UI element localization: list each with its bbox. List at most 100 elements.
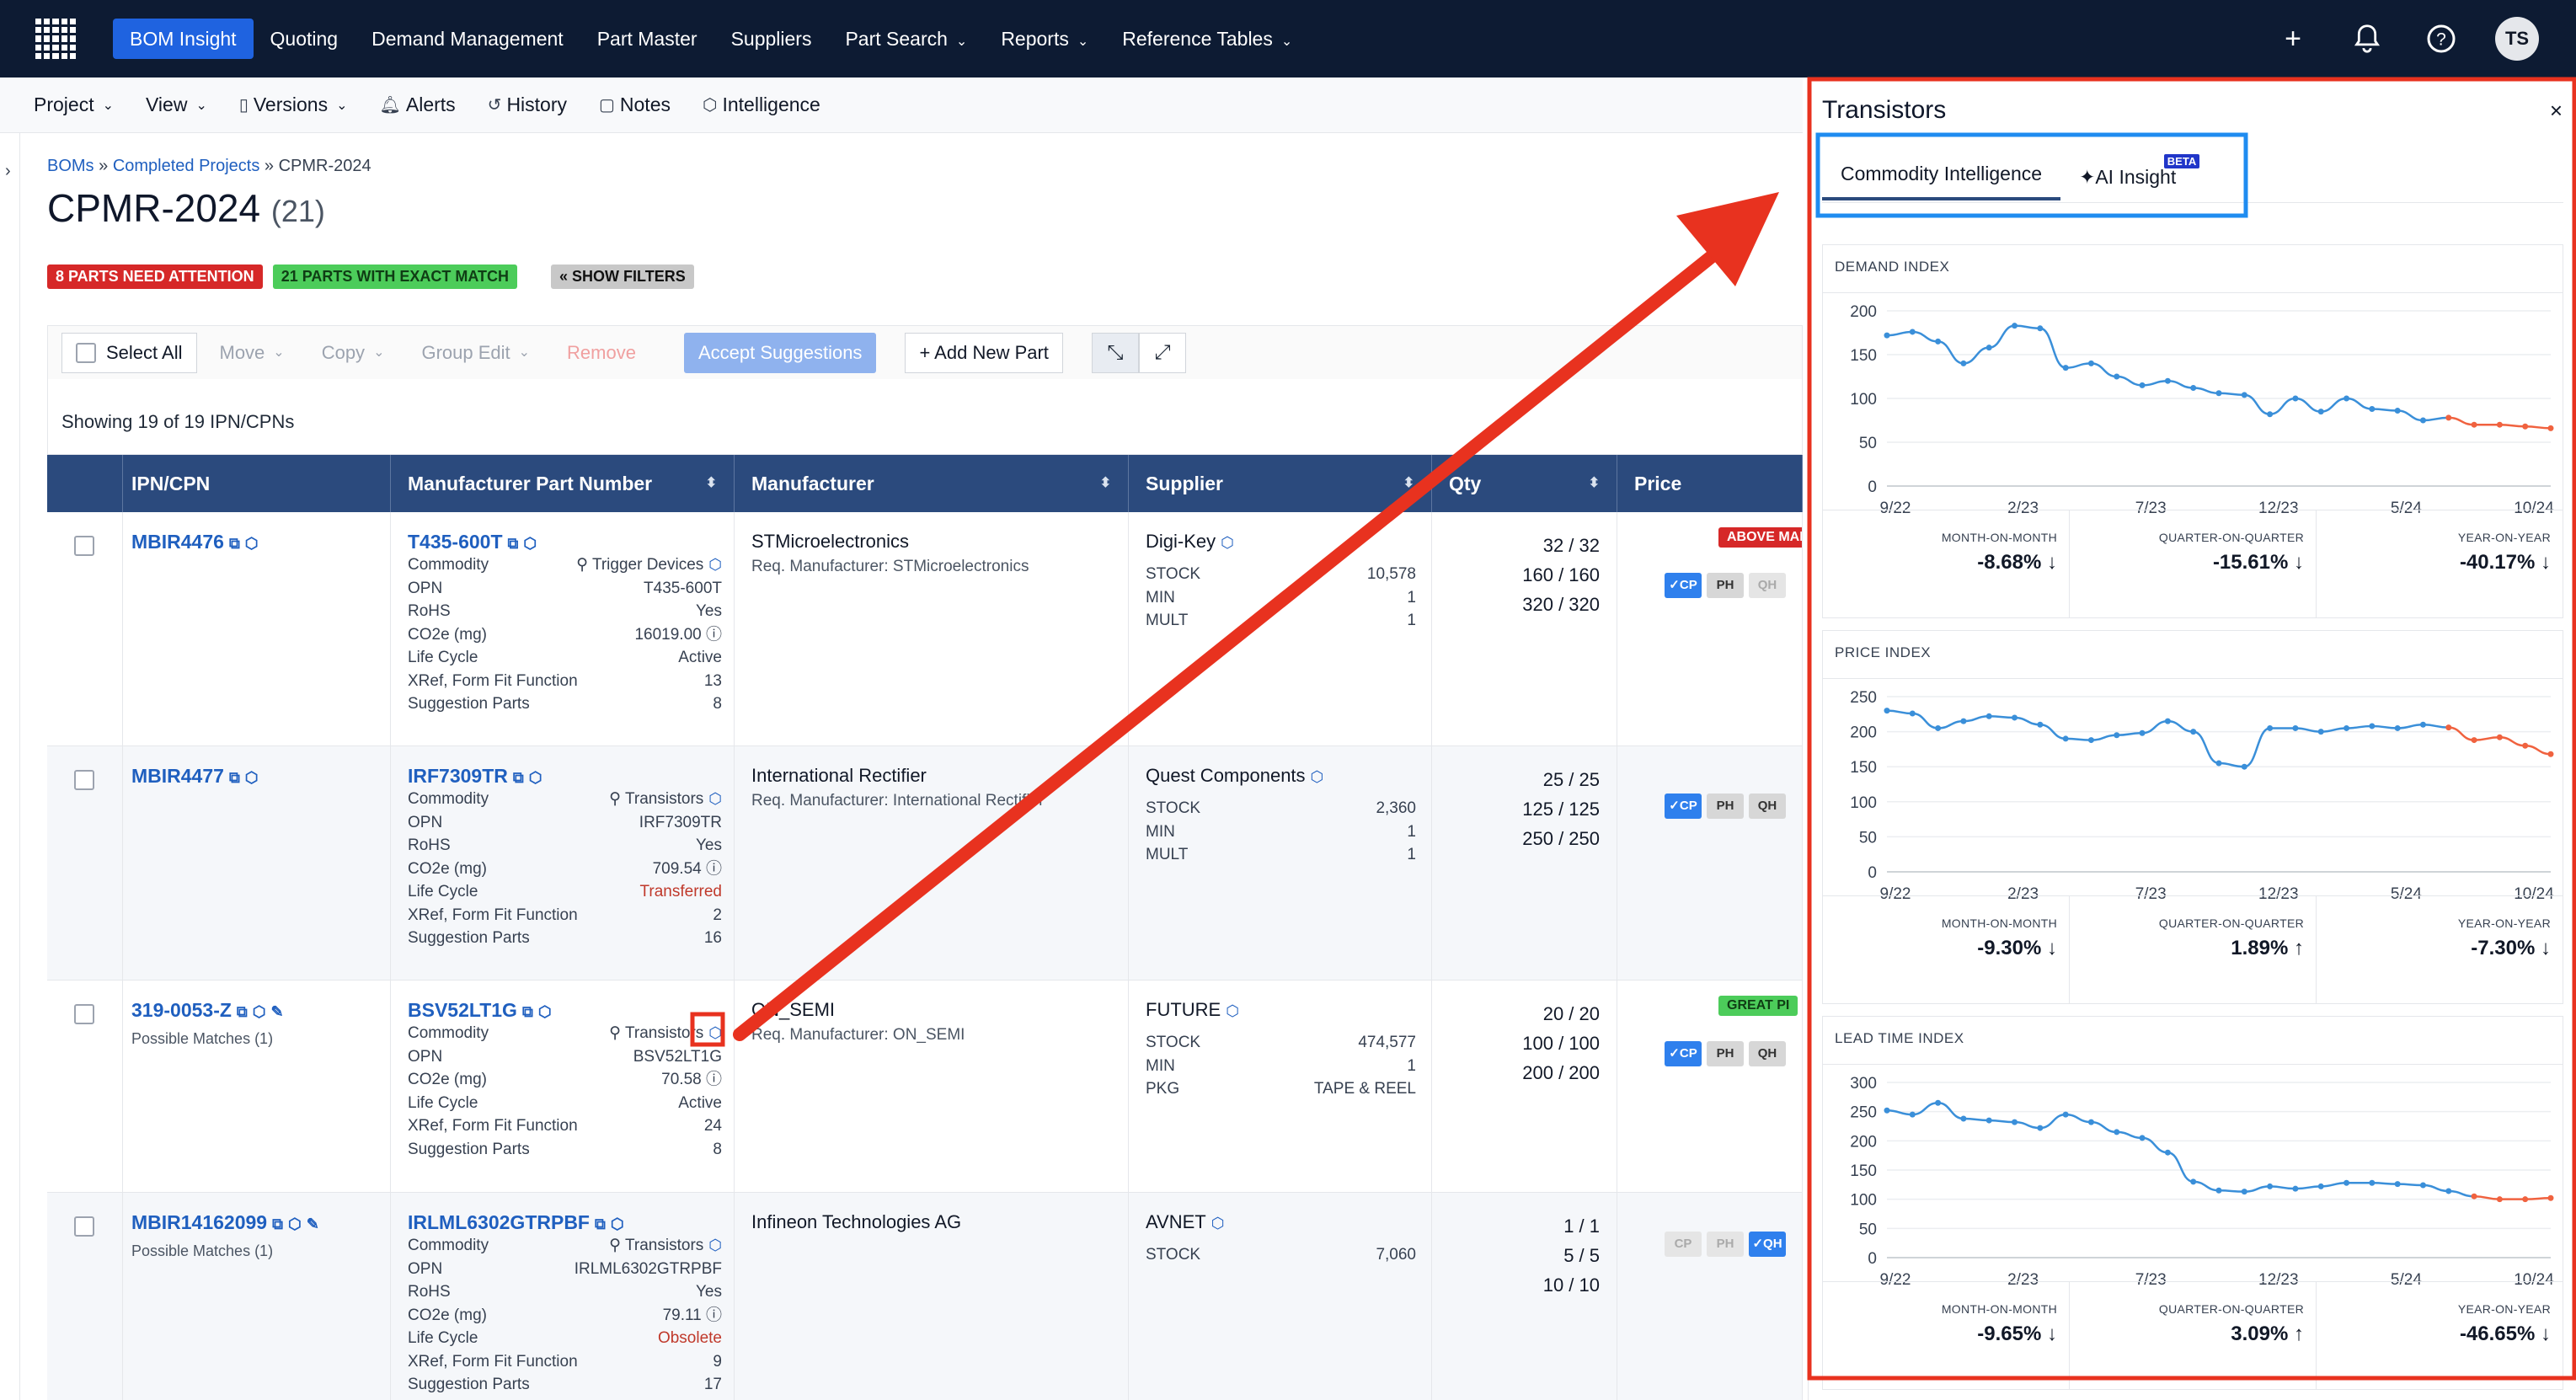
- cube-icon[interactable]: ⬡: [1311, 768, 1324, 785]
- ipn-link[interactable]: MBIR4476 ⧉ ⬡: [131, 531, 390, 553]
- cube-icon[interactable]: ⬡: [288, 1216, 302, 1232]
- price-chip[interactable]: QH: [1749, 1041, 1786, 1066]
- cube-icon[interactable]: ⬡: [1226, 1002, 1239, 1019]
- copy-icon[interactable]: ⧉: [229, 535, 240, 552]
- price-chip[interactable]: ✓CP: [1665, 794, 1702, 819]
- move-button[interactable]: Move ⌄: [206, 333, 299, 373]
- history-button[interactable]: ↺ History: [488, 94, 567, 116]
- row-checkbox[interactable]: [74, 1004, 94, 1024]
- price-chip[interactable]: PH: [1707, 1041, 1744, 1066]
- ipn-link[interactable]: MBIR14162099 ⧉ ⬡ ✎: [131, 1211, 390, 1234]
- copy-icon[interactable]: ⧉: [508, 535, 519, 552]
- add-new-part-button[interactable]: + Add New Part: [905, 332, 1063, 373]
- nav-item-suppliers[interactable]: Suppliers: [714, 19, 829, 59]
- header-mpn[interactable]: Manufacturer Part Number ⬍: [391, 455, 735, 512]
- edit-icon[interactable]: ✎: [307, 1216, 319, 1232]
- attention-badge[interactable]: 8 PARTS NEED ATTENTION: [47, 265, 263, 289]
- show-filters-button[interactable]: « SHOW FILTERS: [551, 265, 694, 289]
- supplier-name[interactable]: Digi-Key ⬡: [1146, 531, 1416, 553]
- group-edit-button[interactable]: Group Edit ⌄: [407, 333, 544, 373]
- notes-button[interactable]: ▢ Notes: [599, 94, 671, 116]
- ipn-link[interactable]: 319-0053-Z ⧉ ⬡ ✎: [131, 999, 390, 1022]
- price-chip[interactable]: ✓CP: [1665, 1041, 1702, 1066]
- help-icon[interactable]: ?: [2421, 19, 2461, 59]
- header-qty[interactable]: Qty ⬍: [1432, 455, 1617, 512]
- sort-icon[interactable]: ⬍: [1403, 455, 1414, 512]
- nav-item-demand-management[interactable]: Demand Management: [355, 19, 580, 59]
- avatar[interactable]: TS: [2495, 17, 2539, 61]
- price-chip[interactable]: ✓QH: [1749, 1232, 1786, 1257]
- row-checkbox[interactable]: [74, 536, 94, 556]
- nav-item-reports[interactable]: Reports ⌄: [984, 19, 1105, 59]
- cube-icon[interactable]: ⬡: [245, 535, 259, 552]
- copy-button[interactable]: Copy ⌄: [307, 333, 399, 373]
- copy-icon[interactable]: ⧉: [272, 1216, 283, 1232]
- mpn-link[interactable]: IRF7309TR ⧉ ⬡: [408, 765, 722, 788]
- info-icon[interactable]: ⓘ: [702, 1071, 722, 1088]
- price-chip[interactable]: PH: [1707, 794, 1744, 819]
- nav-item-reference-tables[interactable]: Reference Tables ⌄: [1105, 19, 1309, 59]
- intelligence-button[interactable]: ⬡ Intelligence: [703, 94, 820, 116]
- cube-icon[interactable]: ⬡: [538, 1003, 552, 1020]
- nav-item-quoting[interactable]: Quoting: [254, 19, 355, 59]
- copy-icon[interactable]: ⧉: [237, 1003, 248, 1020]
- close-icon[interactable]: ×: [2550, 98, 2563, 124]
- possible-matches[interactable]: Possible Matches (1): [131, 1242, 390, 1260]
- copy-icon[interactable]: ⧉: [522, 1003, 533, 1020]
- cube-icon[interactable]: ⬡: [253, 1003, 266, 1020]
- commodity-cube-icon[interactable]: ⬡: [708, 790, 722, 807]
- sort-icon[interactable]: ⬍: [706, 455, 717, 512]
- select-all-button[interactable]: Select All: [61, 332, 197, 373]
- cube-icon[interactable]: ⬡: [523, 535, 537, 552]
- edit-icon[interactable]: ✎: [271, 1003, 284, 1020]
- possible-matches[interactable]: Possible Matches (1): [131, 1030, 390, 1048]
- remove-button[interactable]: Remove: [553, 333, 650, 373]
- cube-icon[interactable]: ⬡: [1221, 534, 1234, 551]
- breadcrumb-boms-link[interactable]: BOMs: [47, 157, 94, 175]
- copy-icon[interactable]: ⧉: [595, 1216, 606, 1232]
- tab-ai-insight[interactable]: ✦AI Insight BETA: [2060, 154, 2200, 200]
- nav-item-part-master[interactable]: Part Master: [580, 19, 714, 59]
- cube-icon[interactable]: ⬡: [245, 769, 259, 786]
- commodity-cube-icon[interactable]: ⬡: [708, 1237, 722, 1253]
- mpn-link[interactable]: BSV52LT1G ⧉ ⬡: [408, 999, 722, 1022]
- price-chip[interactable]: CP: [1665, 1232, 1702, 1257]
- info-icon[interactable]: ⓘ: [702, 1306, 722, 1324]
- sort-icon[interactable]: ⬍: [1589, 455, 1600, 512]
- price-chip[interactable]: QH: [1749, 573, 1786, 598]
- copy-icon[interactable]: ⧉: [229, 769, 240, 786]
- expand-icon[interactable]: ⤢: [1138, 332, 1186, 373]
- view-menu[interactable]: View ⌄: [146, 94, 207, 116]
- project-menu[interactable]: Project ⌄: [34, 94, 114, 116]
- supplier-name[interactable]: AVNET ⬡: [1146, 1211, 1416, 1233]
- sort-icon[interactable]: ⬍: [1100, 455, 1111, 512]
- price-chip[interactable]: QH: [1749, 794, 1786, 819]
- info-icon[interactable]: ⓘ: [702, 860, 722, 878]
- copy-icon[interactable]: ⧉: [513, 769, 524, 786]
- commodity-cube-icon[interactable]: ⬡: [708, 1024, 722, 1041]
- plus-icon[interactable]: +: [2273, 19, 2313, 59]
- ipn-link[interactable]: MBIR4477 ⧉ ⬡: [131, 765, 390, 788]
- mpn-link[interactable]: T435-600T ⧉ ⬡: [408, 531, 722, 553]
- bell-icon[interactable]: [2347, 19, 2387, 59]
- alerts-button[interactable]: 🔔︎ Alerts: [379, 94, 455, 116]
- header-ipn[interactable]: IPN/CPN: [123, 455, 391, 512]
- tab-commodity-intelligence[interactable]: Commodity Intelligence: [1822, 163, 2061, 200]
- price-chip[interactable]: ✓CP: [1665, 573, 1702, 598]
- accept-suggestions-button[interactable]: Accept Suggestions: [683, 332, 877, 373]
- sidebar-toggle-rail[interactable]: ›: [0, 133, 20, 1400]
- cube-icon[interactable]: ⬡: [1211, 1215, 1225, 1232]
- app-grid-logo-icon[interactable]: [35, 19, 76, 59]
- price-chip[interactable]: PH: [1707, 573, 1744, 598]
- collapse-icon[interactable]: ⤡: [1091, 332, 1139, 373]
- versions-menu[interactable]: ▯ Versions ⌄: [239, 94, 348, 116]
- mpn-link[interactable]: IRLML6302GTRPBF ⧉ ⬡: [408, 1211, 722, 1234]
- supplier-name[interactable]: FUTURE ⬡: [1146, 999, 1416, 1021]
- exact-match-badge[interactable]: 21 PARTS WITH EXACT MATCH: [272, 265, 518, 289]
- header-manufacturer[interactable]: Manufacturer ⬍: [735, 455, 1129, 512]
- cube-icon[interactable]: ⬡: [611, 1216, 624, 1232]
- header-price[interactable]: Price: [1617, 455, 1803, 512]
- row-checkbox[interactable]: [74, 1216, 94, 1237]
- price-chip[interactable]: PH: [1707, 1232, 1744, 1257]
- select-all-checkbox[interactable]: [76, 342, 96, 363]
